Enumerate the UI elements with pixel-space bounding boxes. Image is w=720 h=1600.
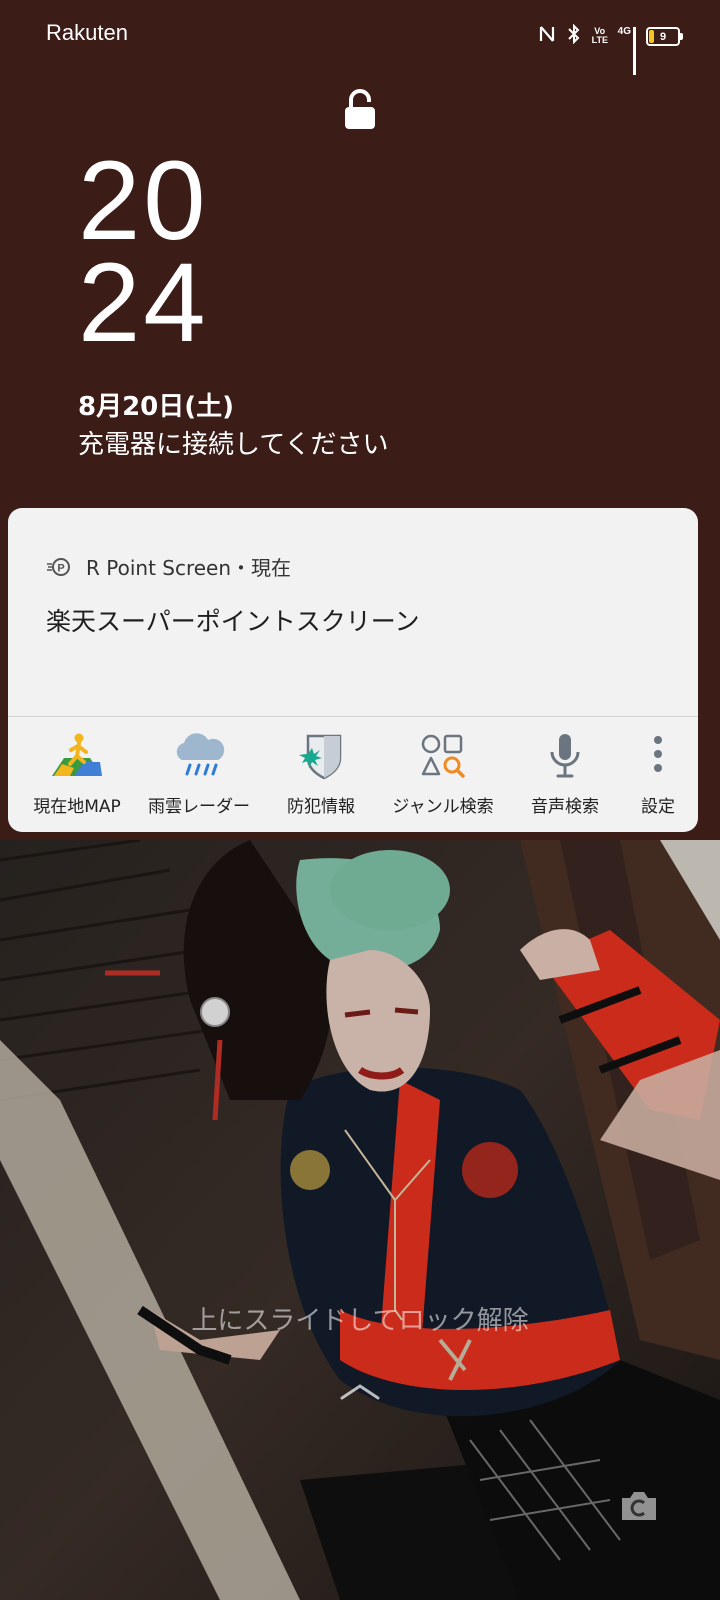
action-label: 防犯情報 [287,797,355,817]
action-crime-info[interactable]: 防犯情報 [262,730,380,817]
unlock-hint: 上にスライドしてロック解除 [191,1306,529,1336]
charging-message: 充電器に接続してください [78,430,389,460]
action-current-location-map[interactable]: 現在地MAP [18,730,136,817]
lock-icon [345,89,375,129]
date: 8月20日(土) [78,392,235,422]
battery-icon: 9 [646,26,683,46]
divider [8,716,698,717]
bluetooth-icon [566,23,582,48]
notification-time: 現在 [251,556,292,580]
camera-icon[interactable] [618,1488,660,1524]
network-type: 4G [617,26,631,37]
action-label: 雨雲レーダー [148,797,250,817]
carrier-name: Rakuten [46,20,128,45]
signal-4g-icon: 4G [617,26,636,75]
action-rain-radar[interactable]: 雨雲レーダー [140,730,258,817]
notification-card[interactable]: P R Point Screen・現在 楽天スーパーポイントスクリーン 現在地M… [8,508,698,832]
clock-minute: 24 [78,240,209,365]
action-voice-search[interactable]: 音声検索 [506,730,624,817]
volte-icon: Vo LTE [591,26,608,45]
notification-app-name: R Point Screen [86,556,232,580]
map-walker-icon [49,730,105,782]
action-label: 音声検索 [531,797,599,817]
status-icons: Vo LTE 4G 9 [538,23,683,75]
action-label: ジャンル検索 [392,797,494,817]
action-genre-search[interactable]: ジャンル検索 [384,730,502,817]
more-vertical-icon [630,730,686,782]
action-label: 設定 [641,797,675,817]
action-settings[interactable]: 設定 [628,730,688,817]
microphone-icon [537,730,593,782]
clock-hour: 20 [78,138,209,263]
notification-header: P R Point Screen・現在 [46,552,291,581]
notification-title: 楽天スーパーポイントスクリーン [46,607,420,636]
clock: 20 24 [78,138,209,365]
genre-search-icon [415,730,471,782]
nfc-icon [538,24,556,48]
wallpaper-photo [0,840,720,1600]
svg-text:P: P [57,562,64,574]
notification-actions: 現在地MAP 雨雲レーダー 防犯情報 ジャンル検索 音声検索 設定 [8,730,698,830]
status-bar: Rakuten Vo LTE 4G 9 [0,0,720,75]
chevron-up-icon[interactable] [338,1380,382,1404]
rain-cloud-icon [171,730,227,782]
r-point-icon: P [47,557,70,576]
action-label: 現在地MAP [33,797,121,817]
shield-alert-icon [293,730,349,782]
notification-separator: ・ [231,556,252,580]
battery-level: 9 [659,30,667,43]
